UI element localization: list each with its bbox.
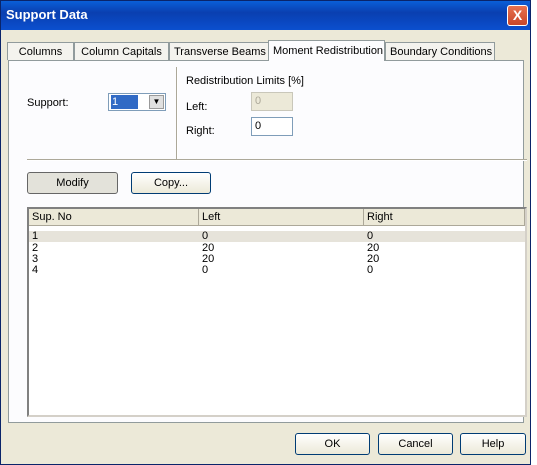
close-icon: X [512,7,523,23]
cell-sup-no: 4 [32,264,39,276]
cell-right: 0 [367,264,374,276]
support-data-dialog: Support Data X Columns Column Capitals T… [0,0,531,465]
tab-boundary-conditions[interactable]: Boundary Conditions [385,42,495,60]
vertical-separator [176,67,177,159]
help-button[interactable]: Help [460,433,526,455]
column-header-sup-no[interactable]: Sup. No [29,209,199,226]
redistribution-limits-label: Redistribution Limits [%] [186,75,304,87]
table-row[interactable]: 1 0 0 [29,230,525,242]
window-title: Support Data [6,7,88,22]
close-button[interactable]: X [507,5,528,26]
cell-left: 0 [202,230,209,242]
table-row[interactable]: 3 20 20 [29,253,525,265]
chevron-down-icon[interactable]: ▼ [149,95,164,109]
horizontal-separator [27,159,527,160]
table-row[interactable]: 4 0 0 [29,264,525,276]
tab-columns[interactable]: Columns [7,42,74,60]
support-combobox[interactable]: 1 ▼ [108,93,166,111]
support-label: Support: [27,97,69,109]
support-combo-value: 1 [111,95,138,109]
tab-column-capitals[interactable]: Column Capitals [74,42,169,60]
right-limit-label: Right: [186,125,215,137]
tab-transverse-beams[interactable]: Transverse Beams [169,42,270,60]
cell-sup-no: 1 [32,230,39,242]
left-limit-label: Left: [186,101,208,113]
title-bar[interactable]: Support Data X [1,1,530,30]
ok-button[interactable]: OK [295,433,370,455]
cell-right: 0 [367,230,374,242]
copy-button[interactable]: Copy... [131,172,211,194]
column-header-left[interactable]: Left [199,209,364,226]
column-header-right[interactable]: Right [364,209,525,226]
tab-moment-redistribution[interactable]: Moment Redistribution [268,40,385,61]
right-limit-field[interactable]: 0 [251,117,293,136]
left-limit-field: 0 [251,92,293,111]
modify-button[interactable]: Modify [27,172,118,194]
cancel-button[interactable]: Cancel [378,433,453,455]
table-row[interactable]: 2 20 20 [29,242,525,254]
support-table[interactable]: Sup. No Left Right 1 0 0 2 20 20 3 20 20… [27,207,527,417]
cell-left: 0 [202,264,209,276]
